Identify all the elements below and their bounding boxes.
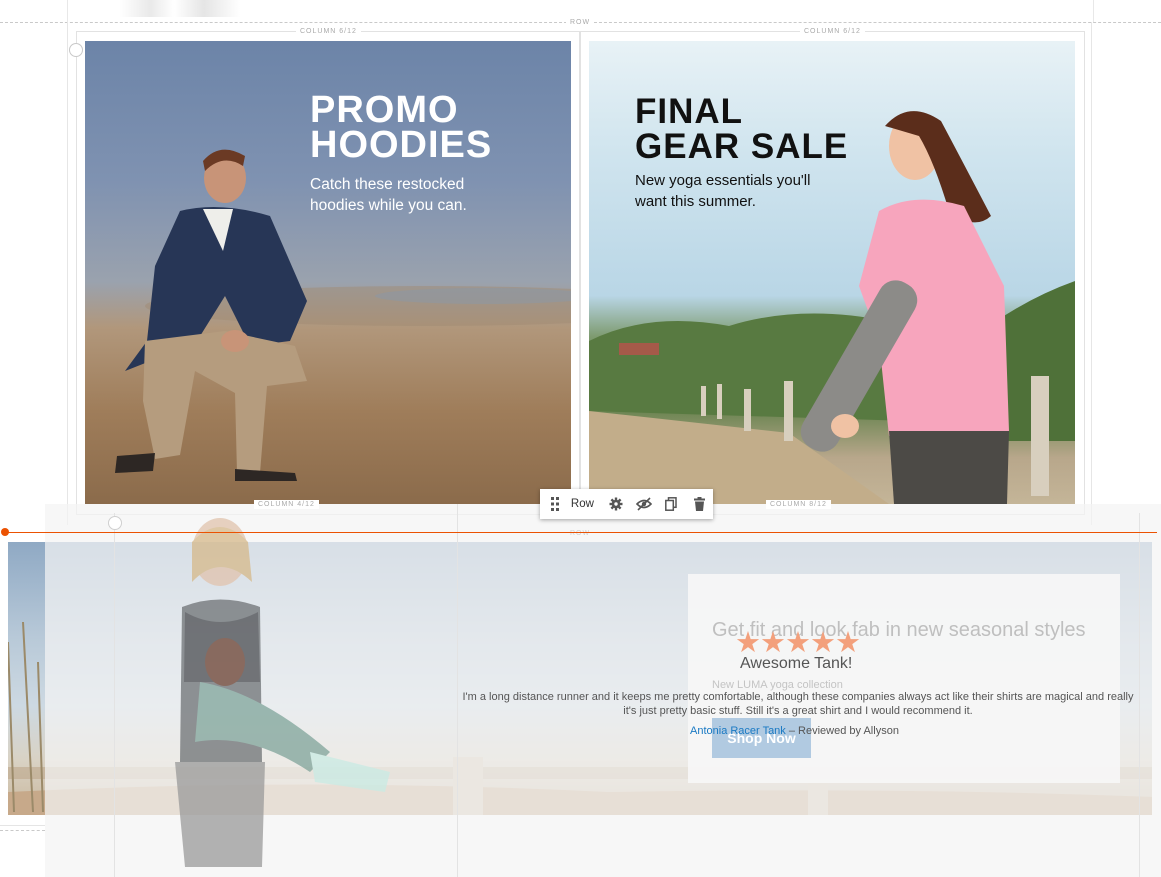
review-product-link[interactable]: Antonia Racer Tank [690,725,786,737]
drag-handle-icon[interactable] [549,489,561,519]
trash-icon[interactable] [685,489,713,519]
column-drag-circle-icon[interactable] [69,43,83,57]
promo-title: PROMO HOODIES [310,89,493,166]
promo-subtitle-line1: Catch these restocked [310,176,465,193]
column-divider-2 [457,504,458,877]
review-title: Awesome Tank! [740,655,853,672]
promo-subtitle: Catch these restocked hoodies while you … [310,174,467,216]
duplicate-icon[interactable] [657,489,685,519]
shop-now-button[interactable]: Shop Now [712,718,811,758]
review-author: – Reviewed by Allyson [788,725,899,737]
toolbar-row-label: Row [570,498,594,510]
row-label-bottom: ROW [570,530,591,537]
sale-subtitle-line1: New yoga essentials you'll [635,172,811,189]
settings-gear-icon[interactable] [602,489,630,519]
hide-eye-icon[interactable] [630,489,658,519]
sale-title: FINAL GEAR SALE [635,94,848,164]
woman-tank-top-photo [175,518,390,867]
column-divider-1 [114,513,115,877]
sale-title-line1: FINAL [635,92,744,131]
column-label-bottom-left: COLUMN 4/12 [254,500,319,509]
column-label-bottom-right: COLUMN 8/12 [766,500,831,509]
previous-image-fragment [120,0,240,17]
review-text: I'm a long distance runner and it keeps … [462,691,1134,717]
row-toolbar: Row [540,489,713,519]
row-guide-bottom [0,830,45,831]
review-meta: Antonia Racer Tank – Reviewed by Allyson [690,725,899,737]
column-divider-3 [1139,513,1140,877]
banner-final-gear-sale[interactable]: FINAL GEAR SALE New yoga essentials you'… [589,41,1075,504]
rating-stars: ★★★★★ [735,627,861,659]
sale-title-line2: GEAR SALE [635,127,849,166]
column-drag-circle-icon[interactable] [108,516,122,530]
promo-title-line1: PROMO [310,89,459,131]
drop-indicator-line [5,532,1157,533]
sale-subtitle: New yoga essentials you'll want this sum… [635,170,810,212]
row-outline-bottom [0,825,45,826]
banner-promo-hoodies[interactable]: PROMO HOODIES Catch these restocked hood… [85,41,571,504]
promo-title-line2: HOODIES [310,124,493,166]
drop-indicator-dot [1,528,9,536]
sale-subtitle-line2: want this summer. [635,193,756,210]
promo-subtitle-line2: hoodies while you can. [310,197,467,214]
